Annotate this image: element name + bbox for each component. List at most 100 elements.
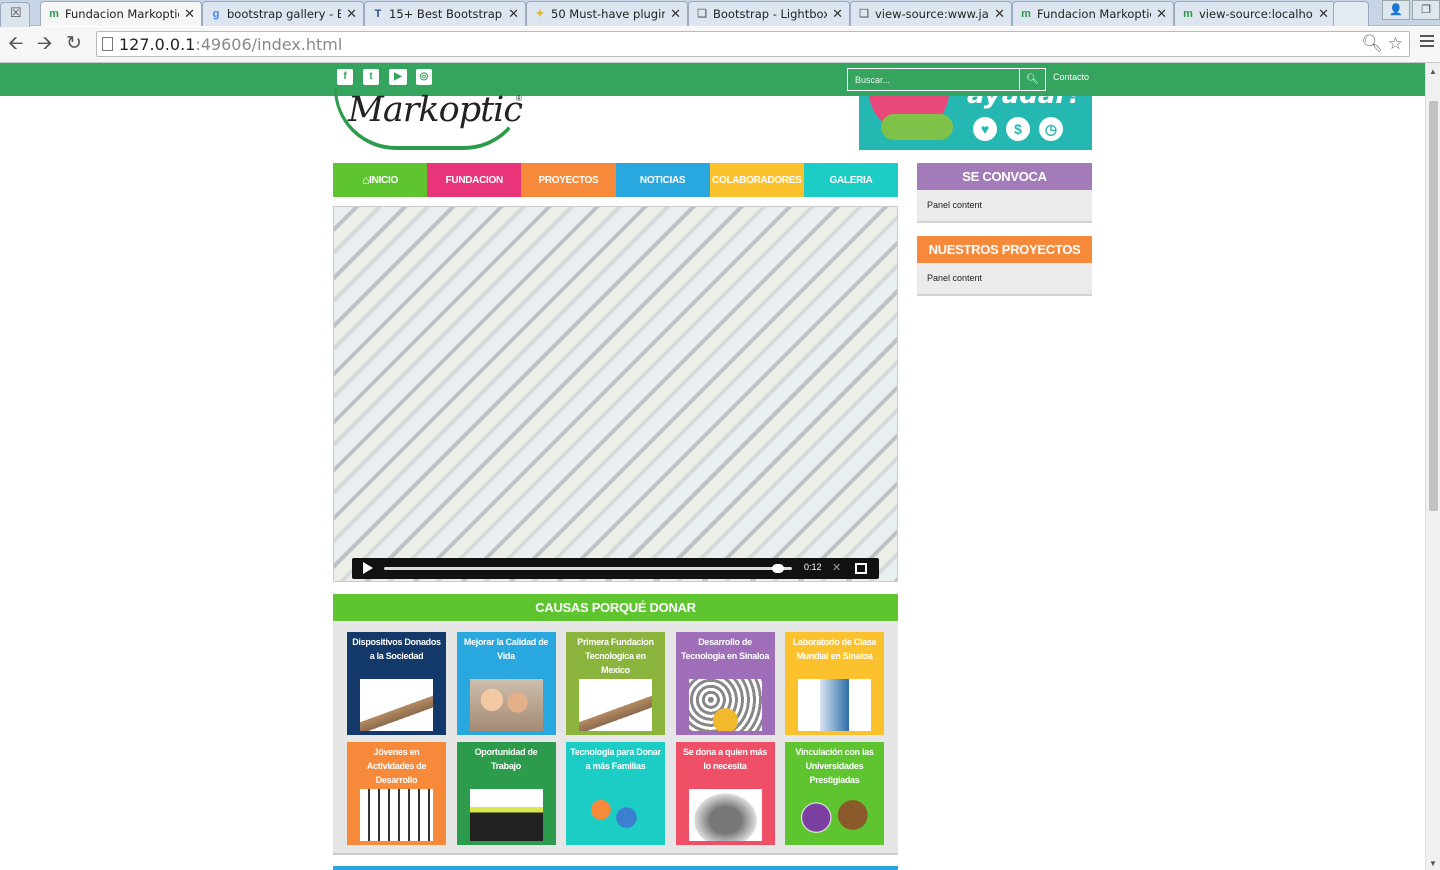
favicon-icon: m — [1183, 8, 1193, 20]
nav-label: NOTICIAS — [639, 174, 686, 186]
cause-image — [688, 789, 762, 841]
instagram-icon[interactable]: ◎ — [416, 69, 432, 85]
tab-title: bootstrap gallery - B — [227, 7, 341, 21]
browser-tab[interactable]: ❑ view-source:www.ja ✕ — [850, 1, 1012, 26]
panel-title: NUESTROS PROYECTOS — [917, 236, 1092, 263]
cause-image — [360, 679, 433, 731]
panel-se-convoca: SE CONVOCA Panel content — [917, 163, 1092, 223]
nav-label: INICIO — [369, 174, 398, 186]
tab-close-icon[interactable]: ✕ — [994, 6, 1005, 22]
heart-icon: ♥ — [973, 117, 997, 141]
new-tab-button[interactable] — [1333, 1, 1369, 26]
search-button[interactable]: 🔍︎ — [1019, 68, 1046, 91]
play-icon[interactable] — [363, 562, 373, 574]
favicon-icon: ❑ — [859, 8, 869, 20]
browser-tab[interactable]: m Fundacion Markoptic ✕ — [40, 1, 202, 26]
cause-title: Vinculación con las Universidades Presti… — [795, 747, 874, 785]
twitter-icon[interactable]: t — [363, 69, 379, 85]
scroll-up-icon[interactable]: ▲ — [1429, 67, 1437, 76]
main-nav: ⌂ INICIO FUNDACION PROYECTOS NOTICIAS COLABO… — [333, 163, 899, 197]
tab-close-icon[interactable]: ✕ — [346, 6, 357, 22]
video-progress-bar[interactable] — [384, 564, 792, 573]
cause-card[interactable]: Primera Fundacion Tecnologica en Mexico — [566, 632, 665, 735]
logo-registered-mark: ® — [516, 94, 522, 103]
nav-item-colaboradores[interactable]: COLABORADORES — [709, 163, 804, 197]
tab-close-icon[interactable]: ✕ — [184, 6, 195, 22]
cause-card[interactable]: Laboratorio de Clase Mundial en Sinaloa — [785, 632, 884, 735]
favicon-icon: g — [212, 8, 220, 20]
cause-image — [579, 679, 652, 731]
nav-label: PROYECTOS — [538, 174, 599, 186]
contact-link[interactable]: Contacto — [1053, 72, 1089, 82]
facebook-icon[interactable]: f — [337, 69, 353, 85]
donation-banner[interactable]: ayudar! ♥ $ ◷ — [859, 96, 1092, 150]
menu-icon[interactable] — [1420, 35, 1434, 50]
fullscreen-icon[interactable] — [855, 563, 867, 574]
reload-icon[interactable]: ↻ — [66, 33, 82, 55]
youtube-icon[interactable]: ▶ — [389, 69, 407, 85]
cause-image — [469, 679, 543, 731]
favicon-icon: T — [374, 8, 382, 20]
nav-item-inicio[interactable]: ⌂ INICIO — [333, 163, 428, 197]
nav-item-fundacion[interactable]: FUNDACION — [427, 163, 522, 197]
cause-card[interactable]: Vinculación con las Universidades Presti… — [785, 742, 884, 845]
bookmark-star-icon[interactable]: ☆ — [1388, 34, 1403, 53]
profile-icon[interactable]: 👤 — [1382, 0, 1410, 20]
mute-icon[interactable]: ✕ — [832, 561, 841, 574]
panel-title: SE CONVOCA — [917, 163, 1092, 190]
tab-close-icon[interactable]: ✕ — [670, 6, 681, 22]
tab-close-icon[interactable]: ✕ — [832, 6, 843, 22]
cause-card[interactable]: Dispositivos Donados a la Sociedad — [347, 632, 446, 735]
panel-nuestros-proyectos: NUESTROS PROYECTOS Panel content — [917, 236, 1092, 296]
nav-item-galeria[interactable]: GALERIA — [803, 163, 899, 197]
tab-close-icon[interactable]: ✕ — [1156, 6, 1167, 22]
progress-knob[interactable] — [771, 564, 784, 573]
cause-image — [688, 679, 762, 731]
logo[interactable]: Markoptic ® — [334, 88, 534, 152]
search-icon: 🔍︎ — [1026, 74, 1039, 85]
cause-title: Oportunidad de Trabajo — [474, 747, 538, 771]
cause-image — [469, 789, 543, 841]
video-player[interactable]: 0:12 ✕ — [333, 206, 898, 582]
back-icon[interactable]: 🡨 — [8, 33, 23, 55]
favicon-icon: m — [49, 8, 59, 20]
address-bar[interactable]: 127.0.0.1:49606/index.html 🔍︎ ☆ — [96, 31, 1410, 57]
nav-item-noticias[interactable]: NOTICIAS — [615, 163, 710, 197]
tab-title: Fundacion Markoptic — [65, 7, 179, 21]
scrollbar[interactable]: ▲ ▼ — [1425, 63, 1440, 870]
dollar-icon: $ — [1006, 117, 1030, 141]
scroll-down-icon[interactable]: ▼ — [1429, 859, 1437, 868]
tab-title: Bootstrap - Lightbox — [713, 7, 827, 21]
browser-tab[interactable]: T 15+ Best Bootstrap G ✕ — [364, 1, 526, 26]
cause-card[interactable]: Oportunidad de Trabajo — [456, 742, 556, 845]
browser-tab[interactable]: g bootstrap gallery - B ✕ — [202, 1, 364, 26]
browser-tab[interactable]: ❑ Bootstrap - Lightbox ✕ — [688, 1, 850, 26]
tab-title: view-source:www.ja — [875, 7, 989, 21]
browser-tab-strip: ☒ m Fundacion Markoptic ✕ g bootstrap galler… — [0, 0, 1440, 27]
causes-panel: CAUSAS PORQUÉ DONAR Dispositivos Donados… — [333, 594, 898, 855]
home-icon: ⌂ — [362, 173, 370, 187]
cause-image — [798, 679, 871, 731]
browser-tab[interactable]: m Fundacion Markoptic ✕ — [1012, 1, 1174, 26]
cause-card[interactable]: Mejorar la Calidad de Vida — [456, 632, 556, 735]
panel-body: Panel content — [927, 273, 983, 283]
tab-close-icon[interactable]: ✕ — [508, 6, 519, 22]
cause-card[interactable]: Tecnología para Donar a más Familias — [566, 742, 665, 845]
search-input[interactable] — [847, 68, 1020, 91]
restore-icon[interactable]: ❐ — [1412, 0, 1440, 20]
forward-icon[interactable]: 🡪 — [37, 33, 52, 55]
cause-image — [579, 789, 652, 841]
tab-close-icon[interactable]: ✕ — [1318, 6, 1329, 22]
zoom-icon[interactable]: 🔍︎ — [1361, 34, 1383, 53]
logo-text: Markoptic — [348, 90, 523, 130]
cause-card[interactable]: Desarrollo de Tecnologia en Sinaloa — [675, 632, 775, 735]
browser-tab[interactable]: ✦ 50 Must-have plugin ✕ — [526, 1, 688, 26]
window-close-icon[interactable]: ☒ — [0, 2, 30, 27]
nav-item-proyectos[interactable]: PROYECTOS — [521, 163, 616, 197]
scroll-thumb[interactable] — [1429, 101, 1438, 511]
browser-tab[interactable]: m view-source:localhos ✕ — [1174, 1, 1336, 26]
page-icon — [102, 37, 113, 51]
cause-card[interactable]: Jóvenes en Actividades de Desarrollo Tec… — [347, 742, 446, 845]
top-bar: f t ▶ ◎ 🔍︎ Contacto — [0, 63, 1425, 96]
cause-card[interactable]: Se dona a quien más lo necesita — [675, 742, 775, 845]
